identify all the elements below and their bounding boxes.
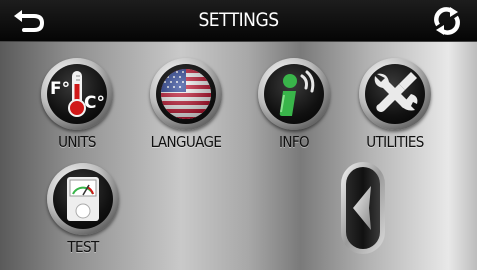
svg-text:C°: C° (84, 93, 105, 113)
refresh-icon (434, 7, 460, 35)
settings-panel: F° C° UNITS LANGUAGE INFO UTILITIES TEST (0, 42, 477, 270)
info-person-icon (279, 70, 315, 116)
chevron-left-icon (341, 162, 385, 254)
test-label: TEST (67, 238, 99, 256)
utilities-label: UTILITIES (366, 133, 424, 151)
units-tile[interactable]: F° C° UNITS (32, 58, 122, 162)
svg-text:F°: F° (50, 79, 70, 99)
gauge-icon (67, 177, 99, 221)
info-button[interactable] (258, 58, 330, 130)
units-label: UNITS (58, 133, 96, 151)
language-label: LANGUAGE (150, 133, 222, 151)
language-button[interactable] (150, 58, 222, 130)
refresh-button[interactable] (429, 5, 465, 37)
page-title: SETTINGS (198, 9, 279, 31)
utilities-tile[interactable]: UTILITIES (350, 58, 440, 162)
thermometer-icon: F° C° (50, 71, 105, 117)
header-bar: SETTINGS (0, 0, 477, 42)
language-tile[interactable]: LANGUAGE (141, 58, 231, 162)
test-button[interactable] (47, 163, 119, 235)
utilities-button[interactable] (359, 58, 431, 130)
flag-globe-icon (161, 69, 211, 119)
previous-page-button[interactable] (339, 160, 387, 256)
test-tile[interactable]: TEST (38, 163, 128, 267)
tools-icon (374, 72, 418, 112)
info-tile[interactable]: INFO (249, 58, 339, 162)
units-button[interactable]: F° C° (41, 58, 113, 130)
info-label: INFO (278, 133, 310, 151)
